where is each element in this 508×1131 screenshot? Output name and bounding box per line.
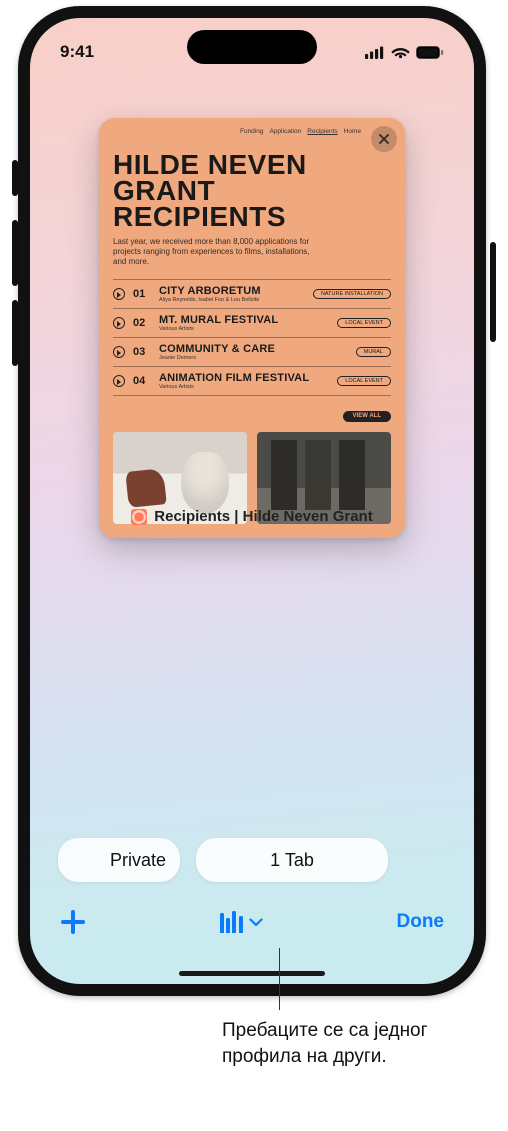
list-item: 04 ANIMATION FILM FESTIVALVarious Artist…	[113, 366, 391, 396]
tab-group-current[interactable]: 1 Tab	[196, 838, 388, 882]
callout-line	[279, 948, 280, 1010]
play-icon	[113, 375, 125, 387]
tab-group-private[interactable]: Private	[58, 838, 180, 882]
tab-preview-card[interactable]: Funding Application Recipients Home HILD…	[99, 118, 405, 538]
tab-title: Recipients | Hilde Neven Grant	[30, 508, 474, 525]
list-item: 01 CITY ARBORETUMAliya Reynolds, Isabel …	[113, 279, 391, 308]
callout-text: Пребаците се са једног профила на други.	[222, 1018, 482, 1069]
phone-frame: 9:41 Funding Application Recipients Home	[18, 6, 486, 996]
favicon	[131, 509, 147, 525]
play-icon	[113, 346, 125, 358]
list-item: 02 MT. MURAL FESTIVALVarious Artists LOC…	[113, 308, 391, 337]
plus-icon	[60, 909, 86, 935]
done-button[interactable]: Done	[397, 911, 445, 933]
page-nav: Funding Application Recipients Home	[240, 128, 361, 135]
wifi-icon	[391, 46, 410, 59]
status-time: 9:41	[60, 42, 94, 62]
profile-switcher-button[interactable]	[220, 911, 263, 933]
new-tab-button[interactable]	[60, 909, 86, 935]
status-bar: 9:41	[30, 30, 474, 74]
cellular-icon	[365, 46, 385, 59]
close-icon	[378, 133, 390, 145]
play-icon	[113, 317, 125, 329]
home-indicator[interactable]	[179, 971, 325, 976]
chevron-down-icon	[249, 918, 263, 927]
page-title: HILDE NEVEN GRANT RECIPIENTS	[113, 152, 391, 229]
close-tab-button[interactable]	[371, 126, 397, 152]
battery-icon	[416, 46, 444, 59]
recipients-list: 01 CITY ARBORETUMAliya Reynolds, Isabel …	[113, 279, 391, 396]
view-all-button: VIEW ALL	[343, 411, 391, 422]
list-item: 03 COMMUNITY & CAREJeanie Demers MURAL	[113, 337, 391, 366]
profile-icon	[220, 911, 243, 933]
toolbar: Done	[30, 894, 474, 950]
page-subtitle: Last year, we received more than 8,000 a…	[113, 237, 313, 267]
play-icon	[113, 288, 125, 300]
